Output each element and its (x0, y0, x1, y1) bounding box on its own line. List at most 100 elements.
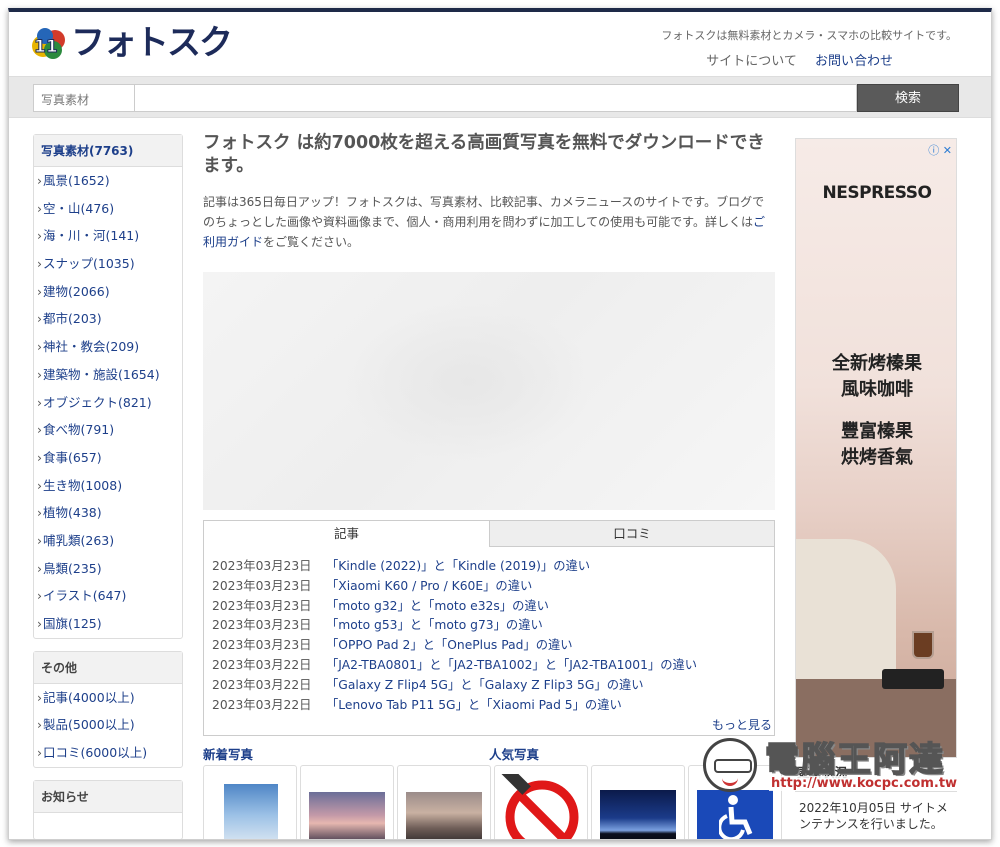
sidebar-item-label: 建築物・施設(1654) (43, 366, 160, 382)
news-title-link[interactable]: 「Lenovo Tab P11 5G」と「Xiaomi Pad 5」の違い (326, 698, 622, 712)
chevron-right-icon: › (37, 449, 42, 465)
news-title-link[interactable]: 「Galaxy Z Flip4 5G」と「Galaxy Z Flip3 5G」の… (326, 678, 644, 692)
hero-image[interactable] (203, 272, 775, 510)
chevron-right-icon: › (37, 616, 42, 631)
news-title-link[interactable]: 「Kindle (2022)」と「Kindle (2019)」の違い (326, 559, 590, 573)
search-category-select[interactable]: 写真素材 (33, 84, 135, 112)
sidebar-item-photo-category[interactable]: ›食事(657) (34, 444, 182, 472)
news-date: 2023年03月22日 (212, 657, 312, 672)
ad-copy-line: 豐富榛果 (841, 421, 913, 442)
other-category-list: ›記事(4000以上) ›製品(5000以上) ›口コミ(6000以上) (34, 684, 182, 767)
sidebar-item-label: イラスト(647) (43, 588, 127, 604)
sidebar-item-label: スナップ(1035) (43, 256, 135, 272)
anniversary-badge-icon: 11 (32, 28, 65, 59)
tab-reviews[interactable]: 口コミ (490, 521, 774, 547)
sidebar-item-label: 都市(203) (43, 311, 102, 327)
sidebar-item-photo-category[interactable]: ›哺乳類(263) (34, 527, 182, 555)
photo-category-heading[interactable]: 写真素材(7763) (34, 135, 182, 167)
header-links: サイトについて お問い合わせ (692, 50, 893, 69)
chevron-right-icon: › (37, 689, 42, 705)
watermark-title: 電腦王阿達 (764, 739, 945, 781)
sidebar-item-photo-category[interactable]: ›植物(438) (34, 499, 182, 527)
sidebar-item-label: 食事(657) (43, 449, 102, 465)
site-logo[interactable]: 11 フォトスク (31, 23, 233, 63)
chevron-right-icon: › (37, 505, 42, 521)
sidebar-item-other-category[interactable]: ›記事(4000以上) (34, 684, 182, 712)
tab-articles[interactable]: 記事 (204, 521, 490, 547)
news-title-link[interactable]: 「JA2-TBA0801」と「JA2-TBA1002」と「JA2-TBA1001… (326, 658, 697, 672)
thumbnail-prohibited-sign[interactable] (494, 765, 588, 839)
chevron-right-icon: › (37, 717, 42, 733)
sidebar-item-other-category[interactable]: ›製品(5000以上) (34, 711, 182, 739)
news-date: 2023年03月23日 (212, 638, 312, 653)
chevron-right-icon: › (37, 745, 42, 761)
site-tagline: フォトスクは無料素材とカメラ・スマホの比較サイトです。 (661, 29, 957, 42)
sidebar-item-label: 空・山(476) (43, 200, 115, 216)
ad-copy-secondary: 豐富榛果 烘烤香氣 (796, 419, 956, 471)
sidebar-item-photo-category[interactable]: ›生き物(1008) (34, 472, 182, 500)
news-row: 2023年03月22日 「Lenovo Tab P11 5G」と「Xiaomi P… (212, 696, 697, 716)
about-link[interactable]: サイトについて (706, 54, 797, 69)
svg-text:11: 11 (34, 37, 58, 57)
sidebar-item-label: 鳥類(235) (43, 560, 102, 576)
sidebar-item-photo-category[interactable]: ›建築物・施設(1654) (34, 361, 182, 389)
contact-link[interactable]: お問い合わせ (815, 54, 893, 69)
sidebar-item-label: 口コミ(6000以上) (43, 745, 148, 761)
news-title-link[interactable]: 「Xiaomi K60 / Pro / K60E」の違い (326, 579, 532, 593)
chevron-right-icon: › (37, 366, 42, 382)
search-input[interactable] (135, 84, 857, 112)
chevron-right-icon: › (37, 477, 42, 493)
sidebar-item-photo-category[interactable]: ›風景(1652) (34, 167, 182, 195)
sidebar-item-photo-category[interactable]: ›都市(203) (34, 305, 182, 333)
thumbnail-evening-sky[interactable] (397, 765, 491, 839)
notice-heading: お知らせ (34, 780, 182, 813)
thumbnail-night-horizon[interactable] (591, 765, 685, 839)
sidebar-item-label: 記事(4000以上) (43, 689, 135, 705)
news-row: 2023年03月23日 「Kindle (2022)」と「Kindle (2019… (212, 557, 697, 577)
sidebar-item-label: 生き物(1008) (43, 477, 123, 493)
page-description: 記事は365日毎日アップ！フォトスクは、写真素材、比較記事、カメラニュースのサイ… (203, 192, 775, 252)
sidebar-item-photo-category[interactable]: ›神社・教会(209) (34, 333, 182, 361)
news-title-link[interactable]: 「moto g32」と「moto e32s」の違い (326, 599, 549, 613)
search-button[interactable]: 検索 (857, 84, 959, 112)
watermark-mascot-icon (703, 738, 757, 792)
ad-copy-line: 全新烤榛果 (832, 353, 922, 374)
left-sidebar: 写真素材(7763) ›風景(1652) ›空・山(476) ›海・川・河(141)… (33, 134, 183, 839)
more-link[interactable]: もっと見る (712, 716, 772, 733)
sidebar-item-label: 建物(2066) (43, 283, 110, 299)
thumbnail-sunset-clouds[interactable] (300, 765, 394, 839)
thumbnail-sky[interactable] (203, 765, 297, 839)
main-content: フォトスク は約7000枚を超える高画質写真を無料でダウンロードできます。 記事… (203, 132, 775, 764)
news-list: 2023年03月23日 「Kindle (2022)」と「Kindle (2019… (212, 557, 697, 715)
sidebar-item-photo-category[interactable]: ›建物(2066) (34, 278, 182, 306)
sidebar-item-photo-category[interactable]: ›鳥類(235) (34, 555, 182, 583)
sidebar-item-label: 海・川・河(141) (43, 228, 140, 244)
logo-text: フォトスク (71, 23, 233, 63)
sidebar-item-photo-category[interactable]: ›食べ物(791) (34, 416, 182, 444)
advertisement[interactable]: ⓘ ✕ NESPRESSO 全新烤榛果 風味咖啡 豐富榛果 烘烤香氣 (795, 138, 957, 758)
chevron-right-icon: › (37, 283, 42, 299)
chevron-right-icon: › (37, 588, 42, 604)
news-tabs: 記事 口コミ 2023年03月23日 「Kindle (2022)」と「Kindl… (203, 520, 775, 736)
new-photos-heading: 新着写真 (203, 747, 254, 762)
news-row: 2023年03月22日 「JA2-TBA0801」と「JA2-TBA1002」と「… (212, 656, 697, 676)
news-title-link[interactable]: 「OPPO Pad 2」と「OnePlus Pad」の違い (326, 638, 573, 652)
sidebar-item-photo-category[interactable]: ›国旗(125) (34, 610, 182, 638)
sidebar-item-photo-category[interactable]: ›海・川・河(141) (34, 222, 182, 250)
sidebar-item-photo-category[interactable]: ›空・山(476) (34, 195, 182, 223)
news-date: 2023年03月22日 (212, 677, 312, 692)
page-title: フォトスク は約7000枚を超える高画質写真を無料でダウンロードできます。 (203, 133, 765, 176)
sidebar-item-photo-category[interactable]: ›イラスト(647) (34, 582, 182, 610)
sidebar-item-label: 製品(5000以上) (43, 717, 135, 733)
news-date: 2023年03月23日 (212, 559, 312, 573)
ad-close-icon[interactable]: ⓘ ✕ (928, 142, 952, 158)
site-watermark: 電腦王阿達 http://www.kocpc.com.tw (703, 732, 991, 798)
news-date: 2023年03月23日 (212, 578, 312, 593)
ad-copy-primary: 全新烤榛果 風味咖啡 (796, 351, 956, 403)
sidebar-item-photo-category[interactable]: ›オブジェクト(821) (34, 389, 182, 417)
sidebar-item-other-category[interactable]: ›口コミ(6000以上) (34, 739, 182, 767)
news-date: 2023年03月23日 (212, 618, 312, 633)
news-title-link[interactable]: 「moto g53」と「moto g73」の違い (326, 618, 543, 632)
sidebar-item-photo-category[interactable]: ›スナップ(1035) (34, 250, 182, 278)
chevron-right-icon: › (37, 256, 42, 272)
